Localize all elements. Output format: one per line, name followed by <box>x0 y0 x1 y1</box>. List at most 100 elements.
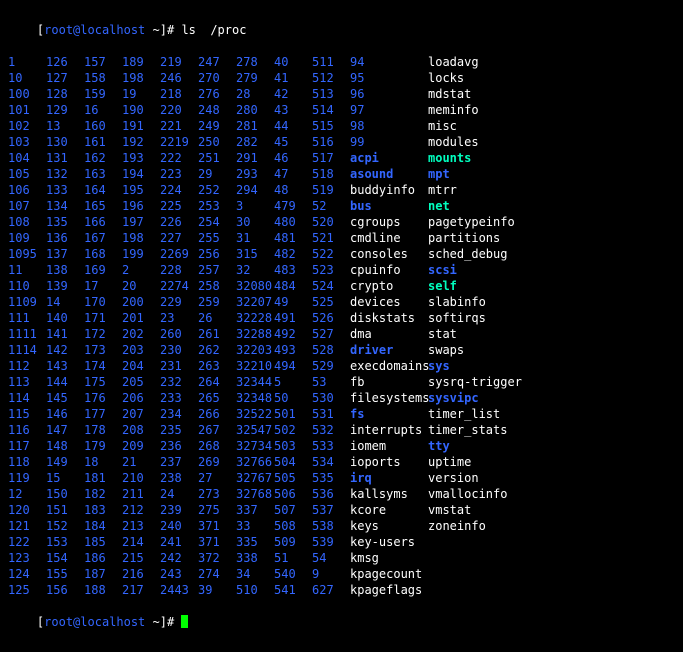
proc-entry: 130 <box>46 134 84 150</box>
proc-entry: 95 <box>350 70 428 86</box>
proc-entry: 1114 <box>8 342 46 358</box>
command-text: ls /proc <box>181 23 246 37</box>
proc-entry: 14 <box>46 294 84 310</box>
proc-entry: 131 <box>46 150 84 166</box>
proc-entry: 50 <box>274 390 312 406</box>
proc-entry: 12 <box>8 486 46 502</box>
proc-entry: 32766 <box>236 454 274 470</box>
proc-entry: 105 <box>8 166 46 182</box>
proc-entry: 165 <box>84 198 122 214</box>
proc-entry: 1111 <box>8 326 46 342</box>
proc-entry: 260 <box>160 326 198 342</box>
proc-entry: 121 <box>8 518 46 534</box>
proc-entry: loadavg <box>428 54 675 70</box>
proc-entry: 150 <box>46 486 84 502</box>
proc-entry: 181 <box>84 470 122 486</box>
proc-entry: 270 <box>198 70 236 86</box>
proc-entry: mpt <box>428 166 675 182</box>
proc-entry: 627 <box>312 582 350 598</box>
proc-entry: 188 <box>84 582 122 598</box>
proc-entry: 506 <box>274 486 312 502</box>
proc-entry: 159 <box>84 86 122 102</box>
prompt-cwd: ~ <box>145 23 159 37</box>
proc-entry: 154 <box>46 550 84 566</box>
proc-entry: sysrq-trigger <box>428 374 675 390</box>
proc-entry: 104 <box>8 150 46 166</box>
proc-entry: 46 <box>274 150 312 166</box>
proc-entry: 508 <box>274 518 312 534</box>
proc-entry: misc <box>428 118 675 134</box>
proc-entry: 233 <box>160 390 198 406</box>
proc-entry: 133 <box>46 182 84 198</box>
proc-entry: 212 <box>122 502 160 518</box>
proc-entry: 173 <box>84 342 122 358</box>
proc-entry: 161 <box>84 134 122 150</box>
proc-entry: 3 <box>236 198 274 214</box>
proc-entry: 20 <box>122 278 160 294</box>
proc-entry: 217 <box>122 582 160 598</box>
proc-entry: 135 <box>46 214 84 230</box>
proc-entry: 141 <box>46 326 84 342</box>
proc-entry: sys <box>428 358 675 374</box>
proc-entry: 32734 <box>236 438 274 454</box>
proc-entry: 103 <box>8 134 46 150</box>
proc-entry: asound <box>350 166 428 182</box>
proc-entry: 31 <box>236 230 274 246</box>
proc-entry: 2219 <box>160 134 198 150</box>
proc-entry: 207 <box>122 406 160 422</box>
proc-entry: 125 <box>8 582 46 598</box>
proc-entry: 240 <box>160 518 198 534</box>
proc-entry: uptime <box>428 454 675 470</box>
proc-entry: 267 <box>198 422 236 438</box>
proc-entry: 493 <box>274 342 312 358</box>
proc-entry: 479 <box>274 198 312 214</box>
terminal[interactable]: [root@localhost ~]# ls /proc 11261571892… <box>0 0 683 652</box>
proc-entry: 198 <box>122 230 160 246</box>
proc-entry: 129 <box>46 102 84 118</box>
proc-entry: 32522 <box>236 406 274 422</box>
proc-entry: 193 <box>122 150 160 166</box>
proc-entry: 196 <box>122 198 160 214</box>
proc-entry: scsi <box>428 262 675 278</box>
proc-entry: 9 <box>312 566 350 582</box>
proc-entry: 268 <box>198 438 236 454</box>
proc-entry: 504 <box>274 454 312 470</box>
proc-entry: bus <box>350 198 428 214</box>
proc-entry: 28 <box>236 86 274 102</box>
proc-entry: 205 <box>122 374 160 390</box>
proc-entry: iomem <box>350 438 428 454</box>
proc-entry: 537 <box>312 502 350 518</box>
proc-entry: 204 <box>122 358 160 374</box>
proc-entry: interrupts <box>350 422 428 438</box>
proc-entry: kmsg <box>350 550 428 566</box>
proc-entry: 118 <box>8 454 46 470</box>
proc-entry: 198 <box>122 70 160 86</box>
proc-entry: 242 <box>160 550 198 566</box>
proc-entry: 155 <box>46 566 84 582</box>
proc-entry: 32768 <box>236 486 274 502</box>
next-prompt-line[interactable]: [root@localhost ~]# <box>8 598 675 646</box>
proc-entry: 248 <box>198 102 236 118</box>
proc-entry: 483 <box>274 262 312 278</box>
proc-entry: 100 <box>8 86 46 102</box>
proc-entry: 110 <box>8 278 46 294</box>
proc-entry: 515 <box>312 118 350 134</box>
proc-entry: 280 <box>236 102 274 118</box>
proc-entry: 241 <box>160 534 198 550</box>
proc-entry: 152 <box>46 518 84 534</box>
proc-entry: 518 <box>312 166 350 182</box>
proc-entry: 529 <box>312 358 350 374</box>
proc-entry: 510 <box>236 582 274 598</box>
proc-entry: 54 <box>312 550 350 566</box>
proc-entry: 219 <box>160 54 198 70</box>
proc-entry: 521 <box>312 230 350 246</box>
proc-entry: 256 <box>198 246 236 262</box>
proc-entry: 174 <box>84 358 122 374</box>
proc-entry: 215 <box>122 550 160 566</box>
proc-entry: 11 <box>8 262 46 278</box>
proc-entry: 166 <box>84 214 122 230</box>
proc-entry: 536 <box>312 486 350 502</box>
proc-entry: version <box>428 470 675 486</box>
proc-entry: 534 <box>312 454 350 470</box>
proc-entry: 517 <box>312 150 350 166</box>
